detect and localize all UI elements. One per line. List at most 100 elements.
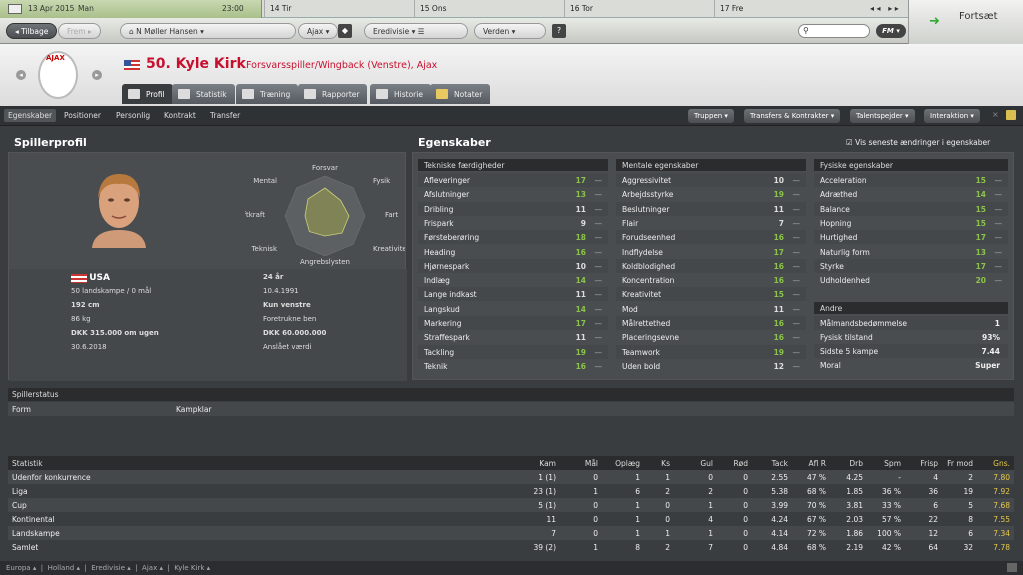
table-cell: 0 xyxy=(743,515,748,524)
technical-attr-row: Afslutninger 13 — xyxy=(418,187,608,201)
transfers-button[interactable]: Transfers & Kontrakter ▾ xyxy=(744,109,841,123)
height-info: 192 cm xyxy=(71,301,100,309)
tab-statistik[interactable]: Statistik xyxy=(172,84,235,104)
attributes-heading: Egenskaber xyxy=(418,136,491,149)
table-cell: 32 xyxy=(963,543,973,552)
column-header: Fr mod xyxy=(947,459,973,468)
table-row[interactable]: Cup 5 (1) 0 1 0 1 0 3.99 70 % 3.81 33 % 6 5 7.68 xyxy=(8,498,1014,512)
tab-traening[interactable]: Træning xyxy=(236,84,299,104)
prev-player-icon[interactable]: ◂ xyxy=(16,70,26,80)
close-icon[interactable]: × xyxy=(992,110,999,119)
attr-trend-icon: — xyxy=(792,304,801,314)
manager-menu[interactable]: ⌂ N Møller Hansen ▾ xyxy=(120,23,296,39)
breadcrumb-item[interactable]: Kyle Kirk xyxy=(174,564,204,572)
table-cell: 7 xyxy=(708,543,713,552)
table-cell: 100 % xyxy=(877,529,901,538)
attr-value: 11 xyxy=(575,204,586,214)
other-attr-row: Fysisk tilstand 93% xyxy=(814,330,1008,344)
mental-attr-row: Mod 11 — xyxy=(616,302,806,316)
breadcrumb-item[interactable]: Europa xyxy=(6,564,31,572)
table-cell: 2 xyxy=(708,487,713,496)
attr-name: Arbejdsstyrke xyxy=(622,190,674,200)
other-attr-row: Sidste 5 kampe 7.44 xyxy=(814,344,1008,358)
attr-trend-icon: — xyxy=(594,276,603,286)
breadcrumb-item[interactable]: Holland xyxy=(48,564,75,572)
table-row[interactable]: Liga 23 (1) 1 6 2 2 0 5.38 68 % 1.85 36 % 36 19 7.92 xyxy=(8,484,1014,498)
back-button[interactable]: ◂ Tilbage xyxy=(6,23,58,39)
attr-name: Styrke xyxy=(820,261,844,271)
attr-value: 7 xyxy=(778,218,784,228)
table-cell: - xyxy=(898,473,901,482)
calendar-icon[interactable] xyxy=(8,4,22,14)
mental-attr-row: Forudseenhed 16 — xyxy=(616,230,806,245)
table-cell: 3.99 xyxy=(771,501,788,510)
column-header: Oplæg xyxy=(615,459,640,468)
column-header: Rød xyxy=(733,459,748,468)
truppen-button[interactable]: Truppen ▾ xyxy=(688,109,734,123)
profile-icon xyxy=(128,89,140,99)
subtab-kontrakt[interactable]: Kontrakt xyxy=(164,111,196,120)
notes-icon[interactable] xyxy=(1006,110,1016,120)
radar-label-tr: Fysik xyxy=(373,177,391,185)
attr-trend-icon: — xyxy=(792,247,801,257)
table-row[interactable]: Landskampe 7 0 1 1 1 0 4.14 72 % 1.86 100 % 12 6 7.34 xyxy=(8,526,1014,540)
column-header: Gul xyxy=(700,459,713,468)
forward-button[interactable]: Frem ▸ xyxy=(58,23,101,39)
settings-icon[interactable] xyxy=(1007,563,1017,572)
breadcrumb-item[interactable]: Eredivisie xyxy=(91,564,125,572)
physical-attr-row: Acceleration 15 — xyxy=(814,173,1008,187)
table-cell: 0 xyxy=(665,515,670,524)
subtab-personlig[interactable]: Personlig xyxy=(116,111,150,120)
table-cell: 0 xyxy=(743,543,748,552)
attr-value: 9 xyxy=(580,218,586,228)
status-value: Kampklar xyxy=(176,405,212,414)
table-cell: 72 % xyxy=(806,529,826,538)
table-row[interactable]: Udenfor konkurrence 1 (1) 0 1 1 0 0 2.55 47 % 4.2… xyxy=(8,470,1014,484)
next-player-icon[interactable]: ▸ xyxy=(92,70,102,80)
interaktion-button[interactable]: Interaktion ▾ xyxy=(924,109,980,123)
attr-trend-icon: — xyxy=(994,204,1003,214)
subtab-positioner[interactable]: Positioner xyxy=(64,111,101,120)
table-cell: 3.81 xyxy=(846,501,863,510)
calendar-nav-arrows[interactable]: ◂ ◂ ▸ ▸ xyxy=(870,4,912,13)
tab-notater[interactable]: Notater xyxy=(430,84,491,104)
table-cell: 11 xyxy=(546,515,556,524)
nation-info: USA xyxy=(71,273,110,283)
radar-label-bl: Teknisk xyxy=(250,245,277,253)
calendar-day[interactable]: 17 Fre xyxy=(714,0,864,18)
subtab-egenskaber[interactable]: Egenskaber xyxy=(4,109,57,122)
search-input[interactable]: ⚲ xyxy=(798,24,870,38)
table-cell: 2.19 xyxy=(846,543,863,552)
world-menu[interactable]: Verden ▾ xyxy=(474,23,546,39)
league-menu[interactable]: Eredivisie ▾ ☰ xyxy=(364,23,468,39)
calendar-day[interactable]: 14 Tir xyxy=(264,0,414,18)
attr-name: Teknik xyxy=(424,361,448,371)
current-date-box[interactable]: 13 Apr 2015 Man 23:00 xyxy=(0,0,262,18)
calendar-day[interactable]: 16 Tor xyxy=(564,0,714,18)
player-photo xyxy=(84,168,154,248)
table-row[interactable]: Kontinental 11 0 1 0 4 0 4.24 67 % 2.03 57 % 22 8 7.5… xyxy=(8,512,1014,526)
breadcrumb-item[interactable]: Ajax xyxy=(142,564,157,572)
attr-trend-icon: — xyxy=(994,218,1003,228)
continue-button[interactable]: ➜ Fortsæt xyxy=(908,0,1023,44)
club-icon[interactable]: ◆ xyxy=(338,24,352,38)
club-menu[interactable]: Ajax ▾ xyxy=(298,23,339,39)
club-label: Ajax xyxy=(307,27,324,36)
help-icon[interactable]: ? xyxy=(552,24,566,38)
tab-rapporter[interactable]: Rapporter xyxy=(298,84,368,104)
attr-value: 16 xyxy=(773,233,784,243)
talentspejder-button[interactable]: Talentspejder ▾ xyxy=(850,109,915,123)
table-cell: Landskampe xyxy=(12,529,60,538)
attr-name: Placeringsevne xyxy=(622,333,679,343)
calendar-day[interactable]: 15 Ons xyxy=(414,0,564,18)
attr-name: Dribling xyxy=(424,204,454,214)
subtab-transfer[interactable]: Transfer xyxy=(210,111,240,120)
breadcrumb: Europa ▴ | Holland ▴ | Eredivisie ▴ | Aj… xyxy=(0,561,1023,575)
technical-attr-row: Førsteberøring 18 — xyxy=(418,230,608,245)
fm-menu-button[interactable]: FM ▾ xyxy=(876,24,906,38)
show-changes-checkbox[interactable]: ☑ Vis seneste ændringer i egenskaber xyxy=(846,138,990,147)
attr-trend-icon: — xyxy=(994,276,1003,286)
table-row[interactable]: Samlet 39 (2) 1 8 2 7 0 4.84 68 % 2.19 42 % 64 32 7.7… xyxy=(8,540,1014,554)
tab-historie[interactable]: Historie xyxy=(370,84,431,104)
tab-profil[interactable]: Profil xyxy=(122,84,173,104)
